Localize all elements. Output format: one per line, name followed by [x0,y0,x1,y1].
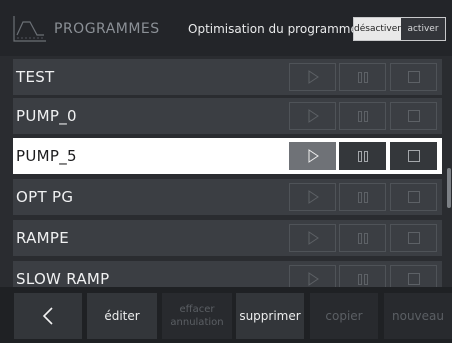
stop-button[interactable] [390,224,437,252]
copy-button[interactable]: copier [310,293,378,339]
pause-button[interactable] [339,142,386,170]
stop-icon [407,150,420,162]
stop-button[interactable] [390,102,437,130]
programme-chart-icon [13,16,46,42]
play-button[interactable] [289,183,336,211]
stop-button[interactable] [390,142,437,170]
optimisation-toggle[interactable]: désactiver activer [353,17,446,41]
program-list: TEST PUMP_0 PUMP_5 OPT PG RAMPE SLOW RAM… [0,56,446,287]
pause-icon [357,71,368,83]
pause-button[interactable] [339,183,386,211]
program-name: RAMPE [16,229,70,247]
pause-icon [357,273,368,285]
stop-icon [407,273,420,285]
program-row[interactable]: RAMPE [13,220,442,256]
new-button[interactable]: nouveau [384,293,452,339]
stop-icon [407,191,420,203]
program-name: SLOW RAMP [16,270,110,287]
program-row-selected[interactable]: PUMP_5 [13,138,442,174]
edit-button[interactable]: éditer [87,293,157,339]
stop-button[interactable] [390,63,437,91]
pause-icon [357,232,368,244]
optimisation-label: Optimisation du programme : [188,22,366,36]
pause-button[interactable] [339,265,386,287]
delete-button[interactable]: supprimer [236,293,304,339]
stop-icon [407,110,420,122]
play-icon [308,149,319,163]
stop-icon [407,232,420,244]
play-icon [308,231,319,245]
program-row[interactable]: PUMP_0 [13,98,442,134]
enable-optimisation-option[interactable]: activer [401,18,445,40]
page-title: PROGRAMMES [54,21,160,37]
program-name: PUMP_0 [16,107,77,125]
pause-button[interactable] [339,102,386,130]
stop-button[interactable] [390,183,437,211]
program-row[interactable]: OPT PG [13,179,442,215]
play-icon [308,109,319,123]
program-row[interactable]: TEST [13,59,442,95]
program-name: TEST [16,68,55,86]
play-button[interactable] [289,63,336,91]
play-icon [308,272,319,286]
pause-button[interactable] [339,224,386,252]
stop-button[interactable] [390,265,437,287]
program-name: OPT PG [16,188,74,206]
program-name: PUMP_5 [16,147,77,165]
header-bar: PROGRAMMES Optimisation du programme : d… [0,0,452,56]
play-button[interactable] [289,142,336,170]
play-button[interactable] [289,224,336,252]
play-icon [308,190,319,204]
play-button[interactable] [289,102,336,130]
stop-icon [407,71,420,83]
program-row[interactable]: SLOW RAMP [13,261,442,287]
pause-button[interactable] [339,63,386,91]
play-icon [308,70,319,84]
list-scrollbar[interactable] [447,168,451,208]
clear-label-line2: annulation [170,317,224,328]
chevron-left-icon [42,307,53,325]
disable-optimisation-option[interactable]: désactiver [354,18,401,40]
back-button[interactable] [14,293,82,339]
play-button[interactable] [289,265,336,287]
footer-toolbar: éditer effacer annulation supprimer copi… [0,287,452,343]
pause-icon [357,110,368,122]
clear-label-line1: effacer [179,304,215,315]
clear-cancel-button[interactable]: effacer annulation [162,293,232,339]
pause-icon [357,150,368,162]
pause-icon [357,191,368,203]
